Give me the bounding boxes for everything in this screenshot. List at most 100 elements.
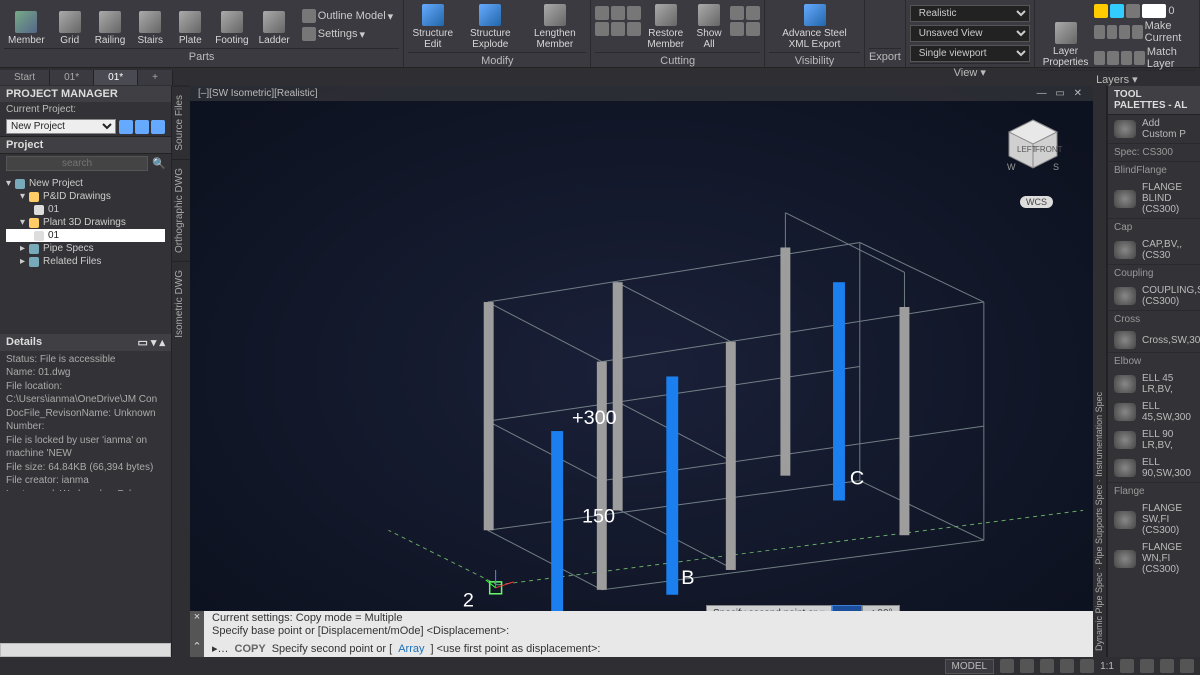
rail-iso[interactable]: Isometric DWG — [172, 261, 190, 346]
saved-view-select[interactable]: Unsaved View — [910, 25, 1030, 42]
rb-structure-edit[interactable]: Structure Edit — [408, 2, 457, 52]
rb-layer-properties[interactable]: Layer Properties — [1039, 2, 1093, 70]
cat-cap: Cap — [1108, 218, 1200, 236]
svg-text:+300: +300 — [572, 407, 617, 429]
rb-settings[interactable]: Settings ▾ — [302, 27, 393, 41]
project-tree: ▾ New Project ▾ P&ID Drawings 01 ▾ Plant… — [0, 173, 171, 334]
tree-pid-01[interactable]: 01 — [6, 203, 165, 216]
item-ell90sw[interactable]: ELL 90,SW,300 — [1108, 454, 1200, 482]
rb-plate[interactable]: Plate — [171, 2, 209, 48]
status-scale[interactable]: 1:1 — [1100, 661, 1114, 672]
viewport-3d[interactable]: [–][SW Isometric][Realistic] — ▭ ✕ — [190, 86, 1093, 657]
status-osnap-icon[interactable] — [1080, 659, 1094, 673]
svg-text:150: 150 — [582, 505, 615, 527]
viewport-select[interactable]: Single viewport — [910, 45, 1030, 62]
item-cap[interactable]: CAP,BV,, (CS30 — [1108, 236, 1200, 264]
rb-ladder[interactable]: Ladder — [255, 2, 294, 48]
group-modify: Modify — [408, 52, 586, 69]
cat-cross: Cross — [1108, 310, 1200, 328]
status-ortho-icon[interactable] — [1040, 659, 1054, 673]
svg-text:S: S — [1053, 162, 1059, 172]
status-bar: MODEL 1:1 — [0, 657, 1200, 675]
status-custom-icon[interactable] — [1180, 659, 1194, 673]
tree-pid[interactable]: ▾ P&ID Drawings — [6, 190, 165, 203]
rail-ortho[interactable]: Orthographic DWG — [172, 159, 190, 261]
tab-01a[interactable]: 01* — [50, 70, 94, 85]
item-flange-wn[interactable]: FLANGE WN,FI (CS300) — [1108, 539, 1200, 578]
visual-style-select[interactable]: Realistic — [910, 5, 1030, 22]
rb-make-current[interactable]: Make Current — [1094, 20, 1195, 44]
rb-railing[interactable]: Railing — [91, 2, 130, 48]
pm-project-select[interactable]: New Project — [6, 119, 116, 134]
tree-pipe[interactable]: ▸ Pipe Specs — [6, 242, 165, 255]
tree-root[interactable]: ▾ New Project — [6, 177, 165, 190]
group-view[interactable]: View ▾ — [910, 63, 1030, 81]
status-snap-icon[interactable] — [1020, 659, 1034, 673]
tree-related[interactable]: ▸ Related Files — [6, 255, 165, 268]
rb-outline-model[interactable]: Outline Model ▾ — [302, 9, 393, 23]
item-ell90lr[interactable]: ELL 90 LR,BV, — [1108, 426, 1200, 454]
item-cross[interactable]: Cross,SW,3000 — [1108, 328, 1200, 352]
group-visibility: Visibility — [769, 52, 860, 69]
wcs-badge[interactable]: WCS — [1020, 196, 1053, 208]
model-space-toggle[interactable]: MODEL — [945, 659, 995, 674]
pm-icon-3[interactable] — [151, 120, 165, 134]
status-gear-icon[interactable] — [1120, 659, 1134, 673]
left-scrollbar[interactable] — [0, 643, 171, 657]
side-tab-rail: Source Files Orthographic DWG Isometric … — [172, 86, 190, 657]
rb-match-layer[interactable]: Match Layer — [1094, 46, 1195, 70]
pm-section-project: Project — [0, 136, 171, 154]
tree-p3d[interactable]: ▾ Plant 3D Drawings — [6, 216, 165, 229]
item-coupling[interactable]: COUPLING,SW (CS300) — [1108, 282, 1200, 310]
pm-current-label: Current Project: — [0, 102, 171, 117]
cmd-handle-icon[interactable]: ⌃ — [190, 640, 204, 657]
group-cutting: Cutting — [595, 52, 760, 69]
tab-add[interactable]: + — [138, 70, 173, 85]
svg-text:FRONT: FRONT — [1035, 145, 1063, 154]
tree-p3d-01[interactable]: 01 — [6, 229, 165, 242]
tool-palettes-panel: TOOL PALETTES - AL Add Custom P Spec: CS… — [1107, 86, 1200, 657]
rb-lengthen-member[interactable]: Lengthen Member — [523, 2, 586, 52]
item-flange-blind[interactable]: FLANGE BLIND (CS300) — [1108, 179, 1200, 218]
ribbon: Member Grid Railing Stairs Plate Footing… — [0, 0, 1200, 68]
status-grid-icon[interactable] — [1000, 659, 1014, 673]
svg-text:W: W — [1007, 162, 1016, 172]
rb-xml-export[interactable]: Advance Steel XML Export — [769, 2, 860, 52]
rail-source[interactable]: Source Files — [172, 86, 190, 159]
add-custom[interactable]: Add Custom P — [1108, 115, 1200, 143]
status-polar-icon[interactable] — [1060, 659, 1074, 673]
project-manager-panel: PROJECT MANAGER Current Project: New Pro… — [0, 86, 172, 657]
cmd-history: Current settings: Copy mode = Multiple S… — [204, 611, 1093, 641]
command-area: × Current settings: Copy mode = Multiple… — [190, 611, 1093, 658]
item-ell45lr[interactable]: ELL 45 LR,BV, — [1108, 370, 1200, 398]
tab-01b[interactable]: 01* — [94, 70, 138, 85]
item-flange-sw[interactable]: FLANGE SW,FI (CS300) — [1108, 500, 1200, 539]
rb-show-all[interactable]: Show All — [690, 2, 728, 52]
cmd-close-icon[interactable]: × — [190, 611, 204, 641]
status-isolate-icon[interactable] — [1140, 659, 1154, 673]
pm-icon-2[interactable] — [135, 120, 149, 134]
pm-title: PROJECT MANAGER — [0, 86, 171, 102]
rb-footing[interactable]: Footing — [211, 2, 252, 48]
svg-text:C: C — [850, 468, 864, 490]
rb-restore-member[interactable]: Restore Member — [643, 2, 688, 52]
scene-svg: +300 150 A B C 1 2 — [190, 86, 1093, 657]
viewcube[interactable]: LEFT FRONT W S — [1003, 116, 1063, 176]
command-line[interactable]: ▸… COPY Specify second point or [Array] … — [204, 640, 1093, 657]
tab-start[interactable]: Start — [0, 70, 50, 85]
rb-grid[interactable]: Grid — [51, 2, 89, 48]
details-title: Details▭ ▾ ▴ — [0, 334, 171, 351]
group-export: Export — [869, 48, 901, 65]
rb-structure-explode[interactable]: Structure Explode — [459, 2, 521, 52]
cat-elbow: Elbow — [1108, 352, 1200, 370]
rb-member[interactable]: Member — [4, 2, 49, 48]
search-input[interactable] — [6, 156, 148, 171]
cat-coupling: Coupling — [1108, 264, 1200, 282]
rb-stairs[interactable]: Stairs — [131, 2, 169, 48]
cat-flange: Flange — [1108, 482, 1200, 500]
search-icon[interactable]: 🔍 — [152, 157, 166, 170]
pm-icon-1[interactable] — [119, 120, 133, 134]
item-ell45sw[interactable]: ELL 45,SW,300 — [1108, 398, 1200, 426]
cat-blind: BlindFlange — [1108, 161, 1200, 179]
status-clean-icon[interactable] — [1160, 659, 1174, 673]
